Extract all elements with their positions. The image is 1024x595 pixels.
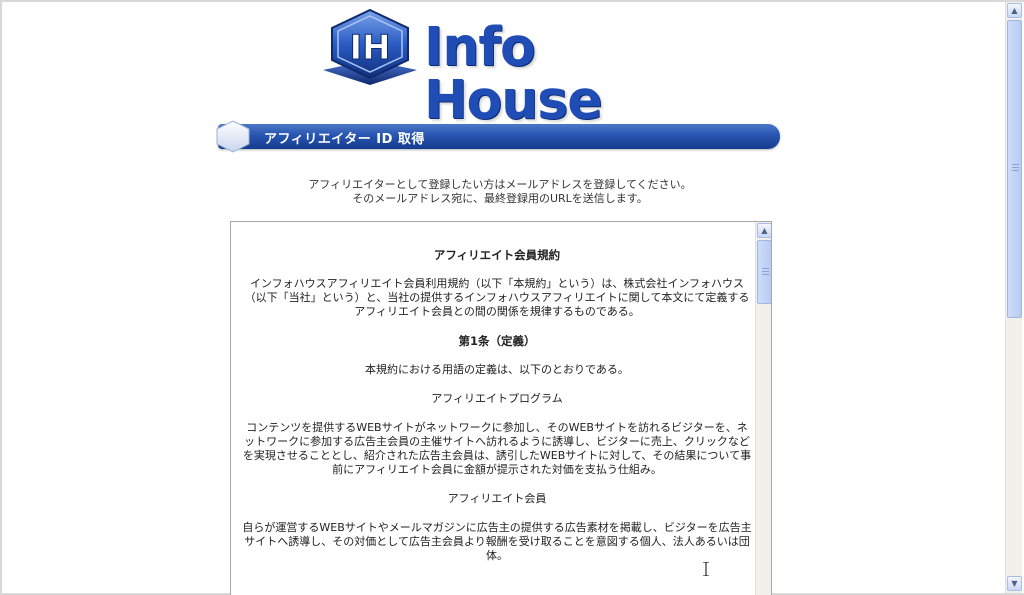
term-2-name: アフィリエイト会員 (447, 492, 547, 505)
page-title-banner: アフィリエイター ID 取得 (216, 120, 780, 153)
terms-scroll-thumb[interactable] (757, 240, 771, 304)
hexagon-icon (216, 120, 250, 153)
intro-line-1: アフィリエイターとして登録したい方はメールアドレスを登録してください。 (308, 178, 692, 191)
text-cursor-icon (703, 562, 709, 576)
site-logo[interactable]: IH Info House (320, 8, 670, 127)
intro-text: アフィリエイターとして登録したい方はメールアドレスを登録してください。 そのメー… (230, 178, 770, 206)
terms-box[interactable]: アフィリエイト会員規約 インフォハウスアフィリエイト会員利用規約（以下「本規約」… (230, 221, 772, 595)
arrow-up-icon: ▲ (1011, 5, 1018, 15)
arrow-up-icon: ▲ (761, 225, 768, 235)
window-frame-left (0, 0, 2, 595)
article-1-title: 第1条（定義） (458, 334, 536, 348)
window-frame-top (0, 0, 1024, 2)
terms-preamble: インフォハウスアフィリエイト会員利用規約（以下「本規約」という）は、株式会社イン… (244, 277, 750, 318)
article-1-intro: 本規約における用語の定義は、以下のとおりである。 (365, 363, 629, 376)
intro-line-2: そのメールアドレス宛に、最終登録用のURLを送信します。 (352, 192, 648, 205)
terms-heading: アフィリエイト会員規約 (433, 248, 561, 262)
terms-scrollbar[interactable]: ▲ (755, 222, 771, 595)
logo-text: Info House (424, 16, 602, 132)
term-1-definition: コンテンツを提供するWEBサイトがネットワークに参加し、そのWEBサイトを訪れる… (242, 421, 752, 476)
page-title: アフィリエイター ID 取得 (264, 132, 425, 147)
window-scroll-up-button[interactable]: ▲ (1007, 3, 1022, 18)
logo-hexagon-icon: IH (323, 8, 417, 85)
term-1-name: アフィリエイトプログラム (431, 392, 563, 405)
terms-scroll-up-button[interactable]: ▲ (757, 223, 771, 238)
term-2-definition: 自らが運営するWEBサイトやメールマガジンに広告主の提供する広告素材を掲載し、ビ… (242, 521, 752, 562)
window-scroll-down-button[interactable]: ▼ (1007, 576, 1022, 591)
arrow-down-icon: ▼ (1011, 578, 1018, 588)
terms-content: アフィリエイト会員規約 インフォハウスアフィリエイト会員利用規約（以下「本規約」… (241, 248, 753, 578)
window-scroll-thumb[interactable] (1007, 20, 1022, 318)
logo-mark-text: IH (349, 28, 390, 68)
window-scrollbar[interactable]: ▲ ▼ (1005, 2, 1022, 593)
